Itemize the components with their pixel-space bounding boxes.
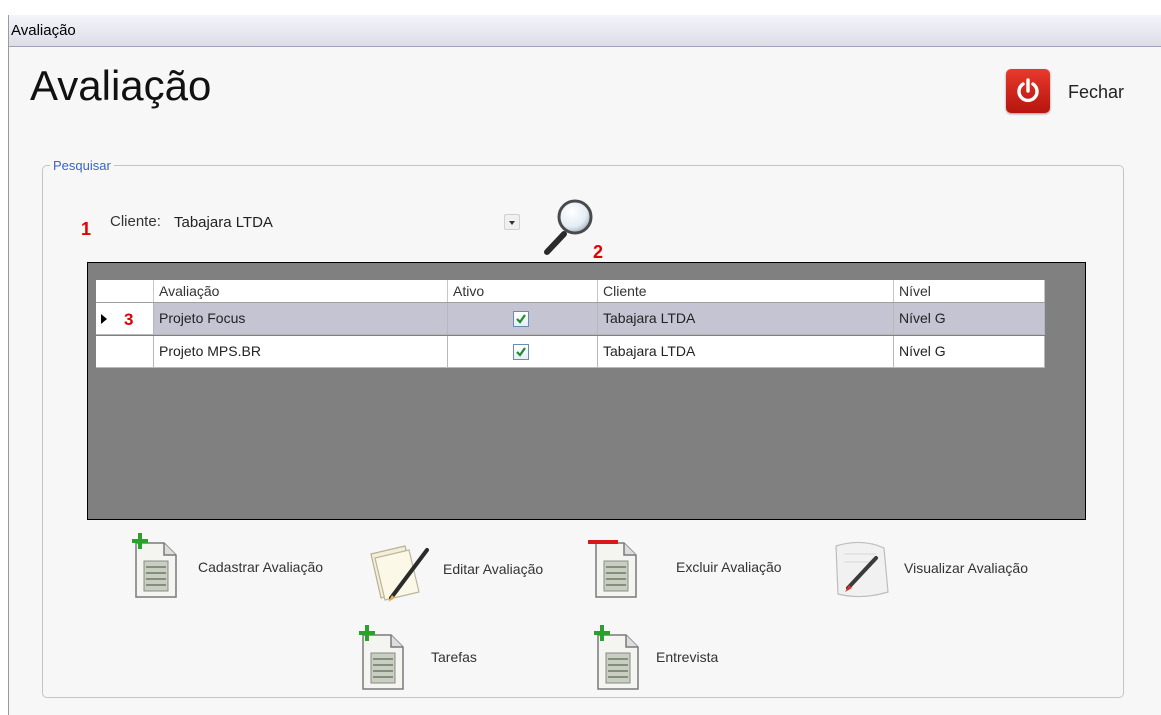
power-icon — [1017, 78, 1039, 103]
tarefas-label: Tarefas — [431, 649, 477, 665]
cell-ativo[interactable] — [448, 303, 598, 335]
close-label[interactable]: Fechar — [1068, 82, 1124, 103]
column-header-cliente[interactable]: Cliente — [598, 280, 894, 302]
grid-header: Avaliação Ativo Cliente Nível — [96, 280, 1045, 303]
cell-avaliacao[interactable]: Projeto Focus — [154, 303, 448, 335]
view-document-icon — [835, 541, 889, 598]
edit-document-icon — [370, 545, 429, 602]
client-value: Tabajara LTDA — [174, 214, 273, 231]
add-document-icon — [594, 625, 639, 690]
ativo-checkbox[interactable] — [513, 311, 529, 327]
evaluations-grid: Avaliação Ativo Cliente Nível 3 Projeto … — [87, 262, 1086, 520]
table-row[interactable]: 3 Projeto Focus Tabajara LTDA Nível G — [96, 303, 1045, 335]
editar-avaliacao-button[interactable]: Editar Avaliação — [365, 540, 565, 604]
window-titlebar: Avaliação — [9, 15, 1161, 47]
row-header-corner — [96, 280, 154, 302]
remove-document-icon — [588, 540, 637, 598]
entrevista-label: Entrevista — [656, 649, 719, 665]
checkmark-icon — [516, 347, 526, 357]
row-selector[interactable] — [96, 336, 154, 368]
column-header-ativo[interactable]: Ativo — [448, 280, 598, 302]
current-row-arrow-icon — [101, 314, 107, 324]
client-label: Cliente: — [110, 213, 161, 230]
annotation-1: 1 — [81, 219, 92, 239]
visualizar-avaliacao-label: Visualizar Avaliação — [904, 560, 1029, 576]
excluir-avaliacao-label: Excluir Avaliação — [676, 559, 782, 575]
editar-avaliacao-label: Editar Avaliação — [443, 561, 544, 577]
cell-cliente[interactable]: Tabajara LTDA — [598, 336, 894, 368]
client-dropdown[interactable]: Tabajara LTDA — [165, 208, 527, 236]
chevron-down-icon[interactable] — [504, 214, 520, 230]
ativo-checkbox[interactable] — [513, 344, 529, 360]
add-document-icon — [132, 533, 177, 598]
annotation-2: 2 — [593, 242, 604, 262]
excluir-avaliacao-button[interactable]: Excluir Avaliação — [586, 533, 806, 601]
annotation-3: 3 — [124, 310, 134, 329]
entrevista-button[interactable]: Entrevista — [590, 625, 750, 693]
cadastrar-avaliacao-label: Cadastrar Avaliação — [198, 559, 324, 575]
cell-nivel[interactable]: Nível G — [894, 336, 1045, 368]
cadastrar-avaliacao-button[interactable]: Cadastrar Avaliação — [128, 533, 348, 601]
checkmark-icon — [516, 314, 526, 324]
cell-avaliacao[interactable]: Projeto MPS.BR — [154, 336, 448, 368]
add-document-icon — [359, 625, 404, 690]
search-group-label: Pesquisar — [50, 158, 114, 173]
cell-nivel[interactable]: Nível G — [894, 303, 1045, 335]
cell-ativo[interactable] — [448, 336, 598, 368]
close-button[interactable] — [1006, 69, 1050, 113]
page-title: Avaliação — [30, 62, 212, 109]
column-header-nivel[interactable]: Nível — [894, 280, 1045, 302]
table-row[interactable]: Projeto MPS.BR Tabajara LTDA Nível G — [96, 336, 1045, 368]
column-header-avaliacao[interactable]: Avaliação — [154, 280, 448, 302]
tarefas-button[interactable]: Tarefas — [355, 625, 505, 693]
magnifier-icon — [544, 199, 593, 255]
visualizar-avaliacao-button[interactable]: Visualizar Avaliação — [830, 536, 1060, 604]
search-button[interactable] — [537, 192, 599, 264]
cell-cliente[interactable]: Tabajara LTDA — [598, 303, 894, 335]
row-selector[interactable]: 3 — [96, 303, 154, 335]
